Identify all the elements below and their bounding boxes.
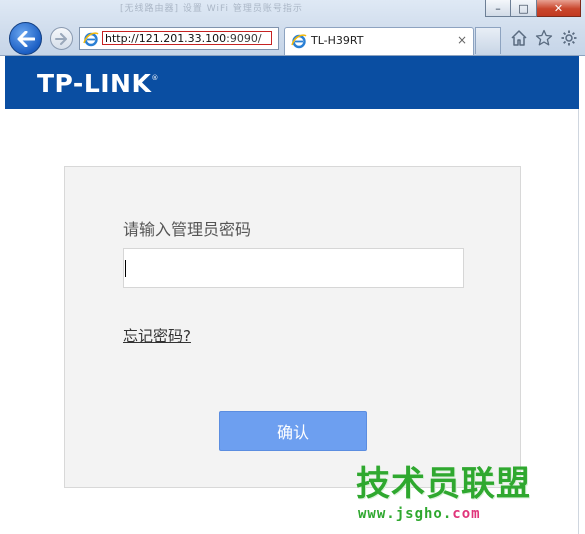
watermark-url: www.jsgho.com: [358, 506, 481, 522]
login-panel: 请输入管理员密码 忘记密码? 确认: [64, 166, 521, 488]
url-port: :9090/: [226, 32, 262, 45]
tab-tl-h39rt[interactable]: TL-H39RT ×: [284, 27, 474, 55]
text-caret: [125, 260, 126, 277]
forgot-password-link[interactable]: 忘记密码?: [123, 325, 191, 346]
window-title: [无线路由器] 设置 WiFi 管理员账号指示: [120, 4, 303, 14]
forward-button[interactable]: [50, 27, 73, 50]
ie-logo-icon: [83, 32, 99, 47]
minimize-button[interactable]: –: [485, 0, 511, 17]
watermark-url-tld: com: [452, 506, 481, 522]
watermark-text: 技术员联盟: [356, 464, 531, 504]
admin-password-input[interactable]: [123, 248, 464, 288]
browser-chrome: [无线路由器] 设置 WiFi 管理员账号指示 – □ ✕ http://121…: [0, 0, 585, 56]
maximize-button[interactable]: □: [511, 0, 537, 17]
ie-logo-icon: [291, 34, 307, 49]
tab-close-icon[interactable]: ×: [457, 33, 467, 47]
page-border-right: [578, 56, 585, 534]
url-host: http://121.201.33.100: [105, 32, 227, 45]
registered-mark: ®: [151, 74, 159, 82]
new-tab-button[interactable]: [475, 27, 501, 54]
close-window-button[interactable]: ✕: [537, 0, 581, 17]
brand-name: TP-LINK: [37, 69, 152, 98]
tp-link-logo: TP-LINK®: [37, 69, 159, 98]
window-controls: – □ ✕: [485, 0, 581, 17]
back-arrow-icon: [17, 30, 35, 47]
forward-arrow-icon: [55, 32, 67, 45]
url-text[interactable]: http://121.201.33.100:9090/: [102, 31, 272, 45]
star-icon[interactable]: [535, 29, 553, 47]
password-prompt: 请输入管理员密码: [123, 220, 252, 239]
brand-header: TP-LINK®: [5, 56, 579, 109]
back-button[interactable]: [9, 22, 42, 55]
home-icon[interactable]: [510, 29, 528, 47]
gear-icon[interactable]: [560, 29, 578, 47]
confirm-button[interactable]: 确认: [219, 411, 367, 451]
page-border-left: [0, 56, 5, 534]
tab-label: TL-H39RT: [311, 34, 364, 47]
watermark-url-main: www.jsgho.: [358, 506, 453, 522]
address-bar[interactable]: http://121.201.33.100:9090/: [79, 27, 279, 50]
watermark: 技术员联盟 www.jsgho.com: [356, 464, 531, 522]
